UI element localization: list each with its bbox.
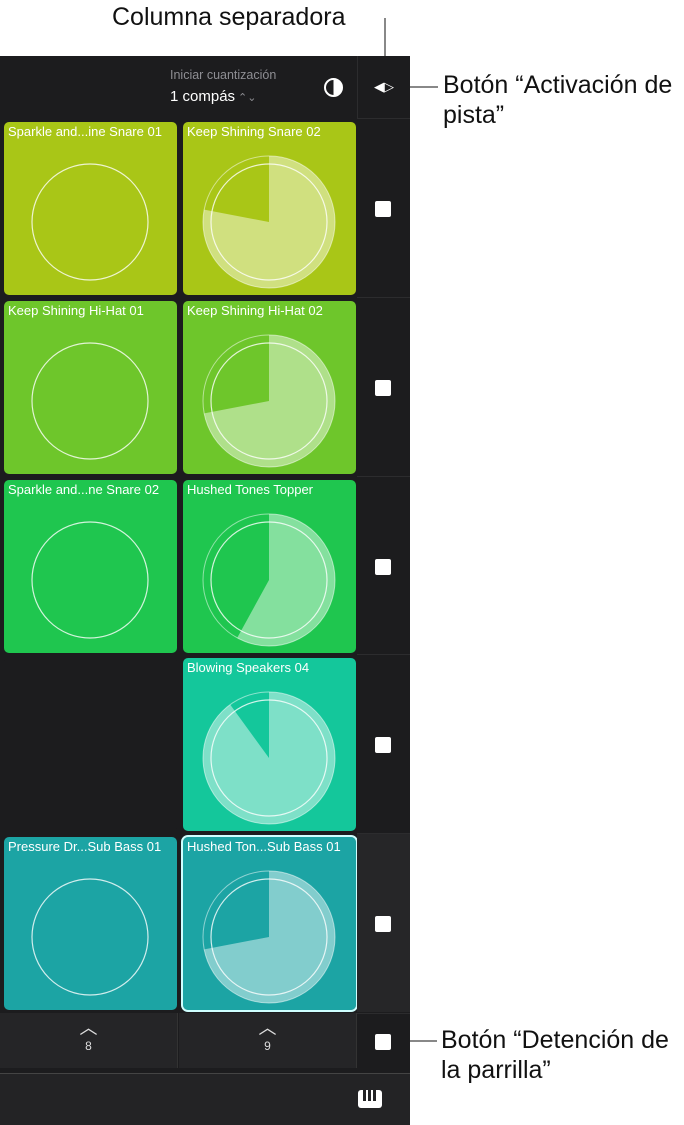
clip-cell[interactable]: Sparkle and...ne Snare 02 [4, 480, 177, 653]
header: Iniciar cuantización 1 compás ⌃⌄ [0, 56, 357, 118]
waveform-graphic [202, 870, 336, 1004]
live-loops-panel: Iniciar cuantización 1 compás ⌃⌄ ◀▷ Spark… [0, 56, 410, 1125]
callout-separator: Columna separadora [112, 3, 346, 31]
chevron-up-icon: ︿ [79, 1018, 98, 1038]
grid-stop-cell [357, 1013, 410, 1068]
waveform-graphic [202, 691, 336, 825]
triangle-left-right-icon: ◀▷ [374, 79, 394, 94]
clip-name: Keep Shining Hi-Hat 01 [8, 303, 144, 318]
stop-button[interactable] [375, 737, 391, 753]
chevron-updown-icon: ⌃⌄ [238, 92, 257, 104]
row-stop-cell [357, 833, 410, 1012]
clip-cell[interactable]: Hushed Ton...Sub Bass 01 [181, 835, 358, 1012]
chevron-up-icon: ︿ [258, 1018, 277, 1038]
toolbar [0, 1073, 410, 1125]
clip-name: Hushed Ton...Sub Bass 01 [187, 839, 341, 854]
clip-name: Blowing Speakers 04 [187, 660, 310, 675]
waveform-graphic [202, 334, 336, 468]
column-number: 8 [85, 1039, 92, 1053]
clip-name: Keep Shining Hi-Hat 02 [187, 303, 323, 318]
callout-track-activation: Botón “Activación de pista” [443, 71, 673, 129]
clip-name: Keep Shining Snare 02 [187, 124, 321, 139]
clip-cell[interactable]: Keep Shining Hi-Hat 01 [4, 301, 177, 474]
clip-cell[interactable]: Keep Shining Snare 02 [183, 122, 356, 295]
clip-name: Hushed Tones Topper [187, 482, 314, 497]
clip-name: Pressure Dr...Sub Bass 01 [8, 839, 162, 854]
waveform-graphic [31, 878, 149, 996]
column-number: 9 [264, 1039, 271, 1053]
clip-name: Sparkle and...ine Snare 01 [8, 124, 162, 139]
piano-keys-icon[interactable] [358, 1090, 382, 1108]
empty-cell[interactable] [4, 658, 177, 831]
row-stop-cell [357, 118, 410, 297]
waveform-graphic [202, 155, 336, 289]
quantize-selector[interactable]: 1 compás ⌃⌄ [170, 88, 256, 105]
stop-button[interactable] [375, 559, 391, 575]
stop-button[interactable] [375, 201, 391, 217]
clip-cell[interactable]: Sparkle and...ine Snare 01 [4, 122, 177, 295]
column-trigger-9[interactable]: ︿ 9 [179, 1013, 357, 1068]
quantize-value: 1 compás [170, 88, 236, 105]
waveform-graphic [31, 521, 149, 639]
column-trigger-8[interactable]: ︿ 8 [0, 1013, 178, 1068]
grid-stop-button[interactable] [375, 1034, 391, 1050]
callout-grid-stop: Botón “Detención de la parrilla” [441, 1026, 669, 1084]
waveform-graphic [202, 513, 336, 647]
row-stop-cell [357, 476, 410, 655]
stop-button[interactable] [375, 380, 391, 396]
quantize-label: Iniciar cuantización [170, 68, 277, 82]
contrast-icon[interactable] [324, 78, 343, 97]
waveform-graphic [31, 163, 149, 281]
waveform-graphic [31, 342, 149, 460]
stop-button[interactable] [375, 916, 391, 932]
clip-cell[interactable]: Keep Shining Hi-Hat 02 [183, 301, 356, 474]
clip-cell[interactable]: Pressure Dr...Sub Bass 01 [4, 837, 177, 1010]
clip-cell[interactable]: Blowing Speakers 04 [183, 658, 356, 831]
clip-cell[interactable]: Hushed Tones Topper [183, 480, 356, 653]
row-stop-cell [357, 654, 410, 833]
clip-name: Sparkle and...ne Snare 02 [8, 482, 160, 497]
separator-column-button[interactable]: ◀▷ [357, 56, 410, 118]
row-stop-cell [357, 297, 410, 476]
